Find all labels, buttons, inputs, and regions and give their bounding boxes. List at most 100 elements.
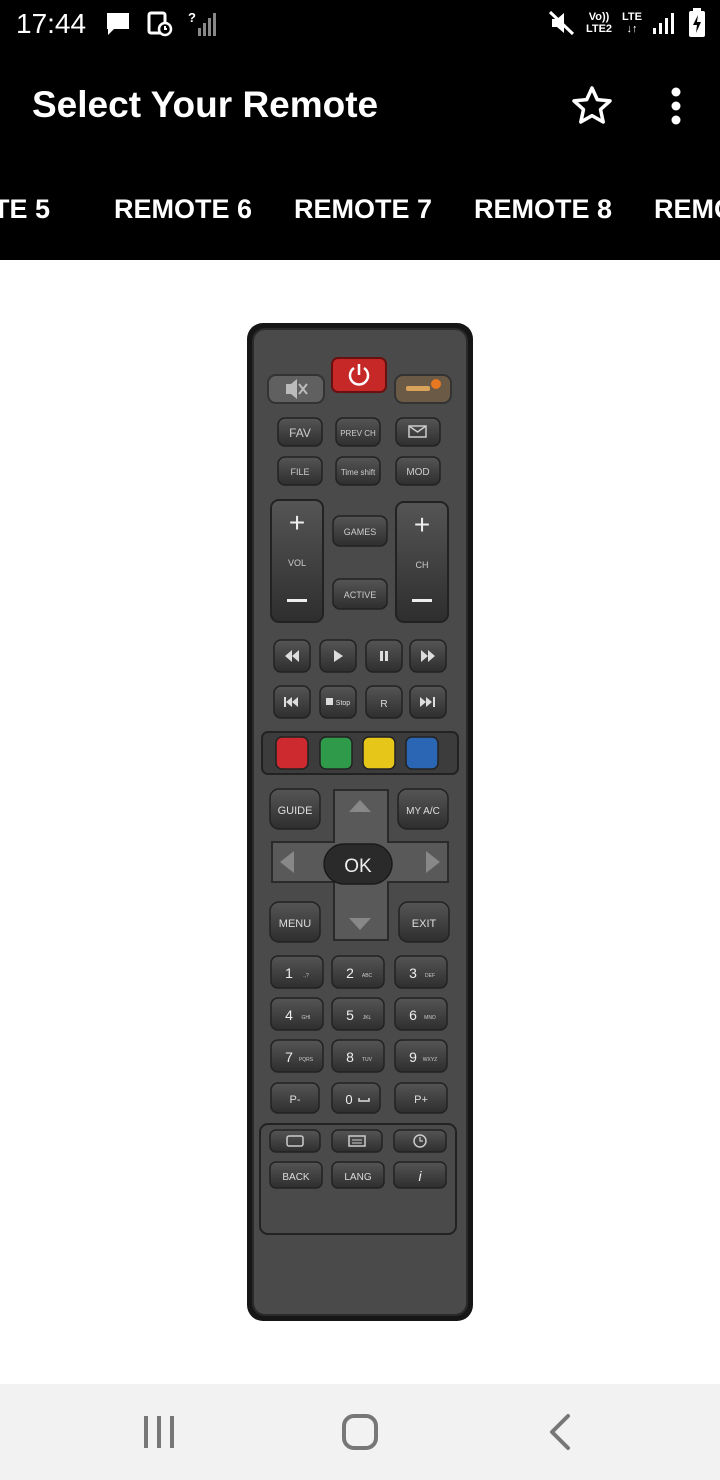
more-vert-icon[interactable] (656, 82, 696, 130)
battery-charging-icon (689, 8, 705, 37)
play-button[interactable] (319, 639, 357, 673)
ch-rocker[interactable]: + CH (395, 501, 449, 623)
lte-indicator: LTE ↓↑ (622, 11, 642, 35)
number-3-label: 3 (409, 965, 417, 981)
recents-icon[interactable] (135, 1408, 183, 1456)
timer-button[interactable] (393, 1129, 447, 1153)
number-4-button[interactable]: 4 GHI (270, 997, 324, 1031)
p-minus-label: P- (290, 1094, 301, 1106)
page-title: Select Your Remote (32, 84, 379, 125)
teletext-button[interactable] (331, 1129, 383, 1153)
lte-label: LTE (622, 11, 642, 23)
rewind-button[interactable] (273, 639, 311, 673)
number-7-letters: PQRS (299, 1057, 314, 1063)
time-shift-button[interactable]: Time shift (335, 456, 381, 486)
file-label: FILE (290, 467, 309, 477)
zero-button[interactable]: 0 (331, 1082, 381, 1114)
tab-remote-8[interactable]: REMOTE 8 (474, 194, 612, 225)
fav-label: FAV (289, 426, 311, 440)
stop-label: Stop (336, 700, 351, 707)
number-9-letters: WXYZ (423, 1057, 437, 1063)
number-6-button[interactable]: 6 MNO (394, 997, 448, 1031)
ok-label: OK (344, 856, 372, 877)
ch-label: CH (416, 560, 429, 570)
number-8-letters: TUV (362, 1057, 373, 1063)
ok-button[interactable]: OK (323, 843, 393, 885)
my-ac-label: MY A/C (406, 806, 440, 817)
volte-bottom: LTE2 (585, 23, 613, 35)
vol-label: VOL (288, 558, 306, 568)
number-5-label: 5 (346, 1007, 354, 1023)
tab-remote-6[interactable]: REMOTE 6 (114, 194, 252, 225)
status-bar: 17:44 ? Vo)) LTE2 LTE ↓↑ (0, 0, 720, 52)
fast-forward-button[interactable] (409, 639, 447, 673)
time-shift-label: Time shift (341, 468, 376, 477)
tab-remote-5[interactable]: REMOTE 5 (0, 194, 50, 225)
record-label: R (380, 699, 387, 710)
file-button[interactable]: FILE (277, 456, 323, 486)
record-button[interactable]: R (365, 685, 403, 719)
freeview-button[interactable] (394, 374, 452, 404)
number-9-button[interactable]: 9 WXYZ (394, 1039, 448, 1073)
number-6-label: 6 (409, 1007, 417, 1023)
games-button[interactable]: GAMES (332, 515, 388, 547)
remote-tabs: REMOTE 5 REMOTE 6 REMOTE 7 REMOTE 8 REMO… (0, 160, 720, 260)
p-plus-button[interactable]: P+ (394, 1082, 448, 1114)
exit-button[interactable]: EXIT (398, 901, 450, 943)
number-3-button[interactable]: 3 DEF (394, 955, 448, 989)
zero-label: 0 (345, 1092, 352, 1107)
number-8-button[interactable]: 8 TUV (331, 1039, 385, 1073)
my-ac-button[interactable]: MY A/C (397, 788, 449, 830)
stop-button[interactable]: Stop (319, 685, 357, 719)
prev-ch-button[interactable]: PREV CH (335, 417, 381, 447)
chat-icon (107, 13, 129, 35)
mod-button[interactable]: MOD (395, 456, 441, 486)
menu-button[interactable]: MENU (269, 901, 321, 943)
lang-label: LANG (344, 1172, 371, 1183)
svg-text:?: ? (188, 10, 196, 25)
volte-top: Vo)) (588, 11, 610, 23)
back-icon[interactable] (538, 1408, 586, 1456)
signal-icon (653, 13, 674, 34)
number-3-letters: DEF (425, 973, 435, 979)
svg-text:+: + (414, 509, 430, 540)
next-button[interactable] (409, 685, 447, 719)
back-button-remote[interactable]: BACK (269, 1161, 323, 1189)
number-7-button[interactable]: 7 PQRS (270, 1039, 324, 1073)
fav-button[interactable]: FAV (277, 417, 323, 447)
tv-button[interactable] (269, 1129, 321, 1153)
status-time: 17:44 (16, 8, 87, 39)
number-2-button[interactable]: 2 ABC (331, 955, 385, 989)
blue-key[interactable] (405, 736, 439, 770)
yellow-key[interactable] (362, 736, 396, 770)
vol-rocker[interactable]: + VOL (270, 499, 324, 623)
pause-button[interactable] (365, 639, 403, 673)
tab-remote-9[interactable]: REMOTE 9 (654, 194, 720, 225)
previous-button[interactable] (273, 685, 311, 719)
active-label: ACTIVE (344, 590, 377, 600)
info-button[interactable]: i (393, 1161, 447, 1189)
red-key[interactable] (275, 736, 309, 770)
number-2-letters: ABC (362, 973, 373, 979)
mute-button[interactable] (267, 374, 325, 404)
number-1-button[interactable]: 1.,? (270, 955, 324, 989)
no-signal-icon: ? (188, 10, 216, 36)
exit-label: EXIT (412, 918, 437, 930)
active-button[interactable]: ACTIVE (332, 578, 388, 610)
green-key[interactable] (319, 736, 353, 770)
number-1-label: 1 (285, 965, 293, 981)
lang-button[interactable]: LANG (331, 1161, 385, 1189)
guide-button[interactable]: GUIDE (269, 788, 321, 830)
back-label: BACK (282, 1172, 310, 1183)
number-5-button[interactable]: 5 JKL (331, 997, 385, 1031)
number-7-label: 7 (285, 1049, 293, 1065)
home-icon[interactable] (336, 1408, 384, 1456)
tab-remote-7[interactable]: REMOTE 7 (294, 194, 432, 225)
star-icon[interactable] (568, 82, 616, 130)
mail-button[interactable] (395, 417, 441, 447)
power-button[interactable] (331, 357, 387, 393)
number-2-label: 2 (346, 965, 354, 981)
mod-label: MOD (406, 467, 429, 478)
number-6-letters: MNO (424, 1015, 436, 1021)
p-minus-button[interactable]: P- (270, 1082, 320, 1114)
